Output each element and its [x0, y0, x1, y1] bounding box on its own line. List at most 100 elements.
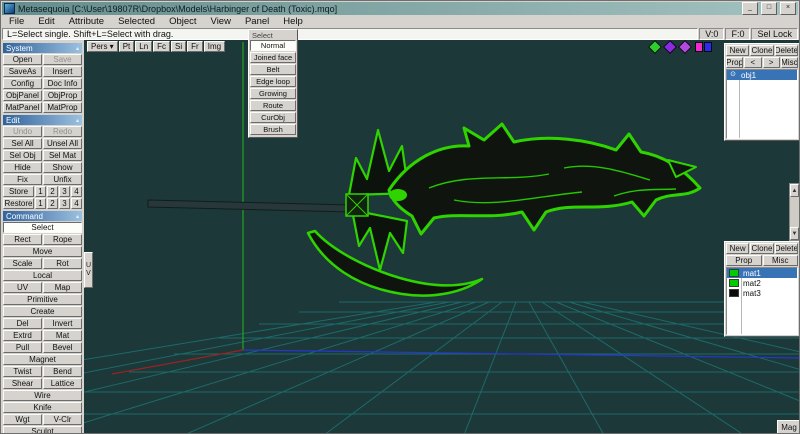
green-diamond-icon[interactable]	[647, 40, 663, 55]
button-growing[interactable]: Growing	[250, 88, 296, 99]
button-matpanel[interactable]: MatPanel	[3, 102, 42, 113]
button-rect[interactable]: Rect	[3, 234, 42, 245]
button-fix[interactable]: Fix	[3, 174, 42, 185]
visibility-eye-icon[interactable]: ⊙	[727, 70, 739, 80]
button-mat[interactable]: Mat	[43, 330, 82, 341]
button-invert[interactable]: Invert	[43, 318, 82, 329]
material-list-item[interactable]: mat2	[727, 278, 797, 288]
button-clone[interactable]: Clone	[750, 243, 774, 254]
button-unsel-all[interactable]: Unsel All	[43, 138, 82, 149]
object-list-item[interactable]: ⊙ obj1	[727, 70, 797, 80]
button-4[interactable]: 4	[71, 198, 82, 209]
button-fr[interactable]: Fr	[187, 41, 203, 52]
button-move[interactable]: Move	[3, 246, 82, 257]
button-map[interactable]: Map	[43, 282, 82, 293]
next-object-button[interactable]: >	[762, 57, 780, 68]
material-color-swatch[interactable]	[729, 269, 739, 277]
button-bevel[interactable]: Bevel	[43, 342, 82, 353]
button-clone[interactable]: Clone	[750, 45, 774, 56]
button-new[interactable]: New	[726, 45, 750, 56]
button-rot[interactable]: Rot	[43, 258, 82, 269]
button-lattice[interactable]: Lattice	[43, 378, 82, 389]
button-new[interactable]: New	[726, 243, 750, 254]
button-wgt[interactable]: Wgt	[3, 414, 42, 425]
button-misc[interactable]: Misc	[762, 255, 798, 266]
button-pull[interactable]: Pull	[3, 342, 42, 353]
collapse-icon[interactable]: ▴	[76, 117, 79, 124]
button-delete[interactable]: Delete	[774, 243, 798, 254]
material-list-item[interactable]: mat3	[727, 288, 797, 298]
menu-file[interactable]: File	[2, 16, 31, 27]
button-4[interactable]: 4	[71, 186, 82, 197]
button-1[interactable]: 1	[35, 198, 46, 209]
viewport-3d[interactable]: Pers ▾ Pt Ln Fc Si Fr Img	[84, 40, 799, 433]
material-color-swatch[interactable]	[729, 289, 739, 297]
button-objpanel[interactable]: ObjPanel	[3, 90, 42, 101]
button-sculpt[interactable]: Sculpt	[3, 426, 82, 433]
button-doc-info[interactable]: Doc Info	[43, 78, 82, 89]
violet-diamond-icon[interactable]	[677, 40, 693, 55]
menu-view[interactable]: View	[204, 16, 238, 27]
button-create[interactable]: Create	[3, 306, 82, 317]
button-hide[interactable]: Hide	[3, 162, 42, 173]
button-img[interactable]: Img	[203, 41, 226, 52]
button-sel-obj[interactable]: Sel Obj	[3, 150, 42, 161]
button-primitive[interactable]: Primitive	[3, 294, 82, 305]
button-misc[interactable]: Misc	[780, 57, 798, 68]
button-prop[interactable]: Prop	[726, 57, 744, 68]
sel-lock-toggle[interactable]: Sel Lock	[751, 28, 798, 40]
button-twist[interactable]: Twist	[3, 366, 42, 377]
scroll-up-icon[interactable]: ▲	[790, 184, 799, 197]
menu-attribute[interactable]: Attribute	[62, 16, 111, 27]
button-sel-mat[interactable]: Sel Mat	[43, 150, 82, 161]
button-magnet[interactable]: Magnet	[3, 354, 82, 365]
title-bar[interactable]: Metasequoia [C:\User\19807R\Dropbox\Mode…	[2, 2, 798, 15]
scroll-down-icon[interactable]: ▼	[790, 227, 799, 240]
button-brush[interactable]: Brush	[250, 124, 296, 135]
menu-help[interactable]: Help	[276, 16, 310, 27]
button-edge-loop[interactable]: Edge loop	[250, 76, 296, 87]
menu-object[interactable]: Object	[162, 16, 203, 27]
button-v-clr[interactable]: V-Clr	[43, 414, 82, 425]
button-ln[interactable]: Ln	[135, 41, 153, 52]
menu-selected[interactable]: Selected	[111, 16, 162, 27]
material-list-item[interactable]: mat1	[727, 268, 797, 278]
purple-diamond-icon[interactable]	[662, 40, 678, 55]
button-restore[interactable]: Restore	[3, 198, 34, 209]
button-show[interactable]: Show	[43, 162, 82, 173]
section-header-command[interactable]: Command ▴	[3, 211, 82, 221]
close-button[interactable]: ×	[780, 2, 796, 15]
button-bend[interactable]: Bend	[43, 366, 82, 377]
button-matprop[interactable]: MatProp	[43, 102, 82, 113]
section-header-edit[interactable]: Edit ▴	[3, 115, 82, 125]
menu-edit[interactable]: Edit	[31, 16, 61, 27]
button-del[interactable]: Del	[3, 318, 42, 329]
material-color-swatch[interactable]	[729, 279, 739, 287]
minimize-button[interactable]: _	[742, 2, 758, 15]
button-rope[interactable]: Rope	[43, 234, 82, 245]
button-unfix[interactable]: Unfix	[43, 174, 82, 185]
button-wire[interactable]: Wire	[3, 390, 82, 401]
button-joined-face[interactable]: Joined face	[250, 52, 296, 63]
button-knife[interactable]: Knife	[3, 402, 82, 413]
section-header-system[interactable]: System ▴	[3, 43, 82, 53]
uv-side-tab[interactable]: UV	[84, 252, 93, 288]
button-3[interactable]: 3	[59, 198, 70, 209]
button-3[interactable]: 3	[59, 186, 70, 197]
magenta-blue-icon[interactable]	[695, 42, 712, 52]
button-2[interactable]: 2	[47, 186, 58, 197]
button-extrd[interactable]: Extrd	[3, 330, 42, 341]
button-insert[interactable]: Insert	[43, 66, 82, 77]
select-panel-title[interactable]: Select	[250, 31, 296, 40]
button-shear[interactable]: Shear	[3, 378, 42, 389]
button-curobj[interactable]: CurObj	[250, 112, 296, 123]
button-saveas[interactable]: SaveAs	[3, 66, 42, 77]
button-sel-all[interactable]: Sel All	[3, 138, 42, 149]
button-select[interactable]: Select	[3, 222, 82, 233]
button-uv[interactable]: UV	[3, 282, 42, 293]
prev-object-button[interactable]: <	[744, 57, 762, 68]
button-belt[interactable]: Belt	[250, 64, 296, 75]
button-pt[interactable]: Pt	[118, 41, 135, 52]
collapse-icon[interactable]: ▴	[76, 45, 79, 52]
button-si[interactable]: Si	[171, 41, 187, 52]
